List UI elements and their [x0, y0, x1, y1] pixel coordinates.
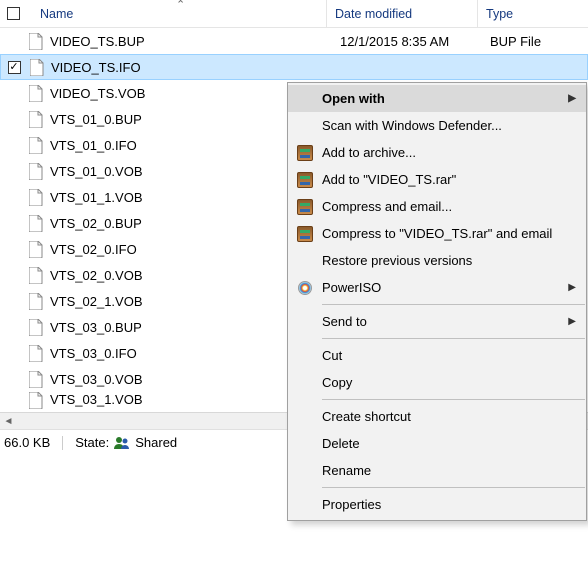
column-type-label: Type [486, 7, 513, 21]
menu-label: PowerISO [322, 280, 381, 295]
menu-label: Send to [322, 314, 367, 329]
menu-label: Add to archive... [322, 145, 416, 160]
submenu-arrow-icon: ▶ [568, 316, 576, 327]
winrar-icon [296, 144, 314, 162]
column-name[interactable]: Name ⌃ [26, 0, 326, 27]
menu-label: Open with [322, 91, 385, 106]
menu-cut[interactable]: Cut [288, 342, 586, 369]
file-icon [26, 371, 46, 388]
file-name: VTS_01_0.IFO [46, 138, 137, 153]
menu-separator [322, 338, 585, 339]
file-icon [26, 163, 46, 180]
file-icon [26, 267, 46, 284]
winrar-icon [296, 225, 314, 243]
status-size: 66.0 KB [4, 435, 50, 450]
file-icon [26, 111, 46, 128]
file-icon [26, 241, 46, 258]
file-name: VTS_02_0.VOB [46, 268, 143, 283]
submenu-arrow-icon: ▶ [568, 93, 576, 104]
file-icon [26, 189, 46, 206]
context-menu: Open with ▶ Scan with Windows Defender..… [287, 82, 587, 521]
poweriso-icon [296, 279, 314, 297]
status-divider [62, 436, 63, 450]
menu-copy[interactable]: Copy [288, 369, 586, 396]
file-name: VTS_03_1.VOB [46, 392, 143, 407]
menu-label: Scan with Windows Defender... [322, 118, 502, 133]
column-header: Name ⌃ Date modified Type [0, 0, 588, 28]
menu-scan-defender[interactable]: Scan with Windows Defender... [288, 112, 586, 139]
table-row[interactable]: VIDEO_TS.IFO [0, 54, 588, 80]
scroll-left-arrow-icon[interactable]: ◄ [0, 413, 17, 430]
status-state-value: Shared [135, 435, 177, 450]
menu-separator [322, 304, 585, 305]
menu-add-archive[interactable]: Add to archive... [288, 139, 586, 166]
select-all-checkbox[interactable] [0, 0, 26, 27]
file-name: VTS_02_0.BUP [46, 216, 142, 231]
file-name: VIDEO_TS.BUP [46, 34, 145, 49]
menu-create-shortcut[interactable]: Create shortcut [288, 403, 586, 430]
column-name-label: Name [40, 7, 73, 21]
file-icon [26, 33, 46, 50]
file-name: VIDEO_TS.IFO [47, 60, 141, 75]
file-name: VTS_03_0.BUP [46, 320, 142, 335]
sort-indicator-icon: ⌃ [176, 0, 185, 11]
file-icon [26, 293, 46, 310]
status-state-label: State: [75, 435, 109, 450]
column-date[interactable]: Date modified [327, 0, 477, 27]
menu-label: Delete [322, 436, 360, 451]
menu-poweriso[interactable]: PowerISO ▶ [288, 274, 586, 301]
menu-rename[interactable]: Rename [288, 457, 586, 484]
menu-send-to[interactable]: Send to ▶ [288, 308, 586, 335]
file-icon [27, 59, 47, 76]
file-icon [26, 215, 46, 232]
menu-separator [322, 399, 585, 400]
file-icon [26, 392, 46, 409]
menu-delete[interactable]: Delete [288, 430, 586, 457]
file-type: BUP File [490, 34, 541, 49]
menu-label: Cut [322, 348, 342, 363]
menu-open-with[interactable]: Open with ▶ [288, 85, 586, 112]
column-type[interactable]: Type [478, 0, 588, 27]
file-name: VTS_03_0.VOB [46, 372, 143, 387]
file-icon [26, 345, 46, 362]
menu-label: Restore previous versions [322, 253, 472, 268]
file-date: 12/1/2015 8:35 AM [340, 34, 449, 49]
menu-label: Compress to "VIDEO_TS.rar" and email [322, 226, 552, 241]
file-name: VTS_01_1.VOB [46, 190, 143, 205]
menu-properties[interactable]: Properties [288, 491, 586, 518]
menu-label: Compress and email... [322, 199, 452, 214]
menu-compress-to-email[interactable]: Compress to "VIDEO_TS.rar" and email [288, 220, 586, 247]
file-icon [26, 85, 46, 102]
winrar-icon [296, 171, 314, 189]
file-name: VTS_03_0.IFO [46, 346, 137, 361]
file-name: VTS_01_0.VOB [46, 164, 143, 179]
file-name: VTS_02_0.IFO [46, 242, 137, 257]
file-name: VTS_01_0.BUP [46, 112, 142, 127]
column-date-label: Date modified [335, 7, 412, 21]
winrar-icon [296, 198, 314, 216]
table-row[interactable]: VIDEO_TS.BUP 12/1/2015 8:35 AM BUP File [0, 28, 588, 54]
menu-restore-versions[interactable]: Restore previous versions [288, 247, 586, 274]
submenu-arrow-icon: ▶ [568, 282, 576, 293]
file-name: VIDEO_TS.VOB [46, 86, 145, 101]
menu-label: Properties [322, 497, 381, 512]
menu-compress-email[interactable]: Compress and email... [288, 193, 586, 220]
shared-icon [113, 436, 131, 450]
menu-label: Add to "VIDEO_TS.rar" [322, 172, 456, 187]
file-icon [26, 319, 46, 336]
menu-separator [322, 487, 585, 488]
menu-label: Rename [322, 463, 371, 478]
row-checkbox[interactable] [1, 61, 27, 74]
menu-add-to-rar[interactable]: Add to "VIDEO_TS.rar" [288, 166, 586, 193]
file-name: VTS_02_1.VOB [46, 294, 143, 309]
menu-label: Copy [322, 375, 352, 390]
file-icon [26, 137, 46, 154]
menu-label: Create shortcut [322, 409, 411, 424]
